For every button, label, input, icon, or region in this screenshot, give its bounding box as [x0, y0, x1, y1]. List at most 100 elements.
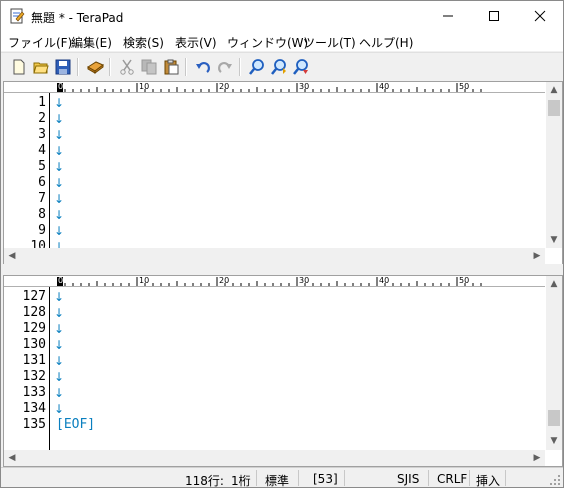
menu-search[interactable]: 検索(S)	[123, 34, 164, 51]
horizontal-scrollbar-bottom[interactable]: ◀ ▶	[4, 450, 545, 466]
ruler-mark-40: 40	[379, 82, 390, 91]
pane-splitter[interactable]	[1, 264, 563, 273]
vertical-scrollbar-top[interactable]: ▲ ▼	[546, 82, 562, 248]
menu-view[interactable]: 表示(V)	[175, 34, 217, 51]
resize-grip-icon[interactable]	[549, 474, 561, 486]
new-file-button[interactable]	[9, 57, 29, 77]
redo-button[interactable]	[215, 57, 235, 77]
newline-mark: ↓	[54, 112, 65, 126]
print-icon	[87, 61, 104, 74]
scroll-right-icon[interactable]: ▶	[529, 251, 545, 261]
new-file-icon	[13, 59, 25, 75]
ruler-mark-50: 50	[459, 82, 470, 91]
paste-button[interactable]	[161, 57, 181, 77]
menu-edit[interactable]: 編集(E)	[71, 34, 112, 51]
line-number-gutter: 1 2 3 4 5 6 7 8 9 10	[4, 93, 50, 254]
cut-button[interactable]	[117, 57, 137, 77]
status-newline: CRLF	[437, 472, 468, 486]
ruler-mark-20: 20	[219, 276, 230, 285]
line-number: 3	[38, 127, 46, 142]
status-encoding: SJIS	[397, 472, 420, 486]
editor-pane-top[interactable]: 0 10 20 30 40 50 1 2 3 4 5 6 7 8 9 10 ↓ …	[3, 81, 563, 265]
newline-mark: ↓	[54, 208, 65, 222]
newline-mark: ↓	[54, 96, 65, 110]
ruler-bottom: 0 10 20 30 40 50	[4, 276, 545, 287]
ruler-mark-10: 10	[139, 82, 150, 91]
vertical-scrollbar-bottom[interactable]: ▲ ▼	[546, 276, 562, 450]
menu-file[interactable]: ファイル(F)	[8, 34, 72, 51]
toolbar-separator	[239, 58, 241, 76]
title-bar: 無題 * - TeraPad	[1, 1, 563, 31]
status-separator	[505, 470, 506, 486]
window-title: 無題 * - TeraPad	[31, 11, 124, 25]
status-mode: 標準	[265, 474, 290, 488]
line-number: 1	[38, 95, 46, 110]
line-number: 8	[38, 207, 46, 222]
close-button[interactable]	[517, 1, 563, 31]
maximize-button[interactable]	[471, 1, 517, 31]
editor-pane-bottom[interactable]: 0 10 20 30 40 50 127 128 129 130 131 132…	[3, 275, 563, 467]
ruler-mark-50: 50	[459, 276, 470, 285]
status-separator	[428, 470, 429, 486]
open-button[interactable]	[31, 57, 51, 77]
ruler-mark-30: 30	[299, 82, 310, 91]
open-folder-icon	[33, 62, 49, 74]
menu-help[interactable]: ヘルプ(H)	[359, 34, 413, 51]
scroll-right-icon[interactable]: ▶	[529, 453, 545, 463]
minimize-button[interactable]	[425, 1, 471, 31]
newline-mark: ↓	[54, 370, 65, 384]
line-number: 2	[38, 111, 46, 126]
line-number: 134	[22, 401, 46, 416]
menu-window[interactable]: ウィンドウ(W)	[227, 34, 308, 51]
scroll-down-icon[interactable]: ▼	[546, 235, 562, 245]
status-separator	[469, 470, 470, 486]
line-number: 6	[38, 175, 46, 190]
terapad-app-icon[interactable]	[9, 8, 25, 24]
ruler-mark-0: 0	[58, 82, 64, 91]
scroll-thumb[interactable]	[548, 410, 560, 426]
newline-mark: ↓	[54, 402, 65, 416]
paste-icon	[164, 59, 179, 75]
replace-button[interactable]	[291, 57, 311, 77]
find-next-button[interactable]	[269, 57, 289, 77]
line-number: 128	[22, 305, 46, 320]
menu-tools[interactable]: ツール(T)	[303, 34, 356, 51]
menu-bar: ファイル(F) 編集(E) 検索(S) 表示(V) ウィンドウ(W) ツール(T…	[1, 31, 563, 51]
terapad-window: 無題 * - TeraPad ファイル(F) 編集(E) 検索(S) 表示(V)…	[0, 0, 564, 488]
scroll-down-icon[interactable]: ▼	[546, 436, 562, 446]
minimize-icon	[443, 15, 453, 17]
ruler-mark-30: 30	[299, 276, 310, 285]
line-number-gutter: 127 128 129 130 131 132 133 134 135	[4, 287, 50, 450]
status-column: 1桁	[231, 474, 251, 488]
newline-mark: ↓	[54, 322, 65, 336]
line-number: 7	[38, 191, 46, 206]
newline-mark: ↓	[54, 338, 65, 352]
ruler-mark-20: 20	[219, 82, 230, 91]
scroll-up-icon[interactable]: ▲	[546, 279, 562, 289]
horizontal-scrollbar-top[interactable]: ◀ ▶	[4, 248, 545, 264]
newline-mark: ↓	[54, 192, 65, 206]
status-line: 118行:	[185, 474, 224, 488]
toolbar-separator	[77, 58, 79, 76]
ruler-mark-10: 10	[139, 276, 150, 285]
print-button[interactable]	[85, 57, 105, 77]
newline-mark: ↓	[54, 176, 65, 190]
copy-button[interactable]	[139, 57, 159, 77]
save-button[interactable]	[53, 57, 73, 77]
line-number: 5	[38, 159, 46, 174]
ruler-mark-40: 40	[379, 276, 390, 285]
newline-mark: ↓	[54, 290, 65, 304]
scroll-thumb[interactable]	[548, 100, 560, 116]
toolbar-separator	[185, 58, 187, 76]
scroll-up-icon[interactable]: ▲	[546, 85, 562, 95]
scroll-left-icon[interactable]: ◀	[4, 251, 20, 261]
copy-icon	[141, 59, 157, 75]
newline-mark: ↓	[54, 144, 65, 158]
undo-icon	[196, 62, 210, 73]
line-number: 131	[22, 353, 46, 368]
find-button[interactable]	[247, 57, 267, 77]
find-icon	[249, 59, 264, 75]
redo-icon	[218, 62, 232, 73]
scroll-left-icon[interactable]: ◀	[4, 453, 20, 463]
undo-button[interactable]	[193, 57, 213, 77]
